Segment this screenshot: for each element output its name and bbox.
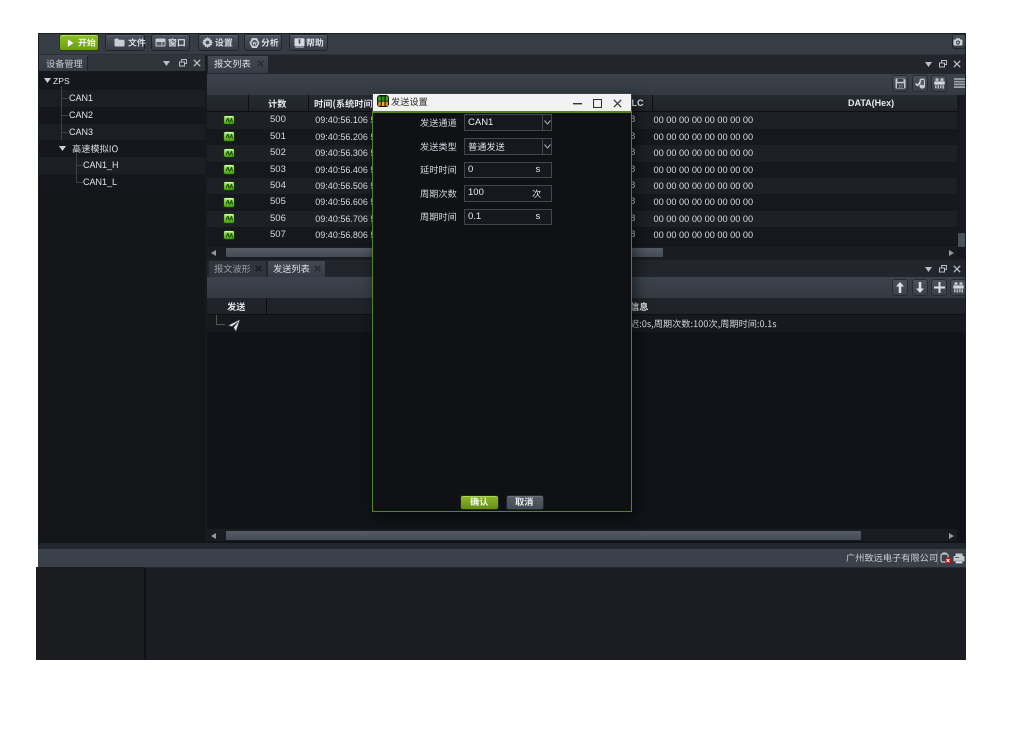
svg-text:10: 10 [898, 83, 903, 88]
